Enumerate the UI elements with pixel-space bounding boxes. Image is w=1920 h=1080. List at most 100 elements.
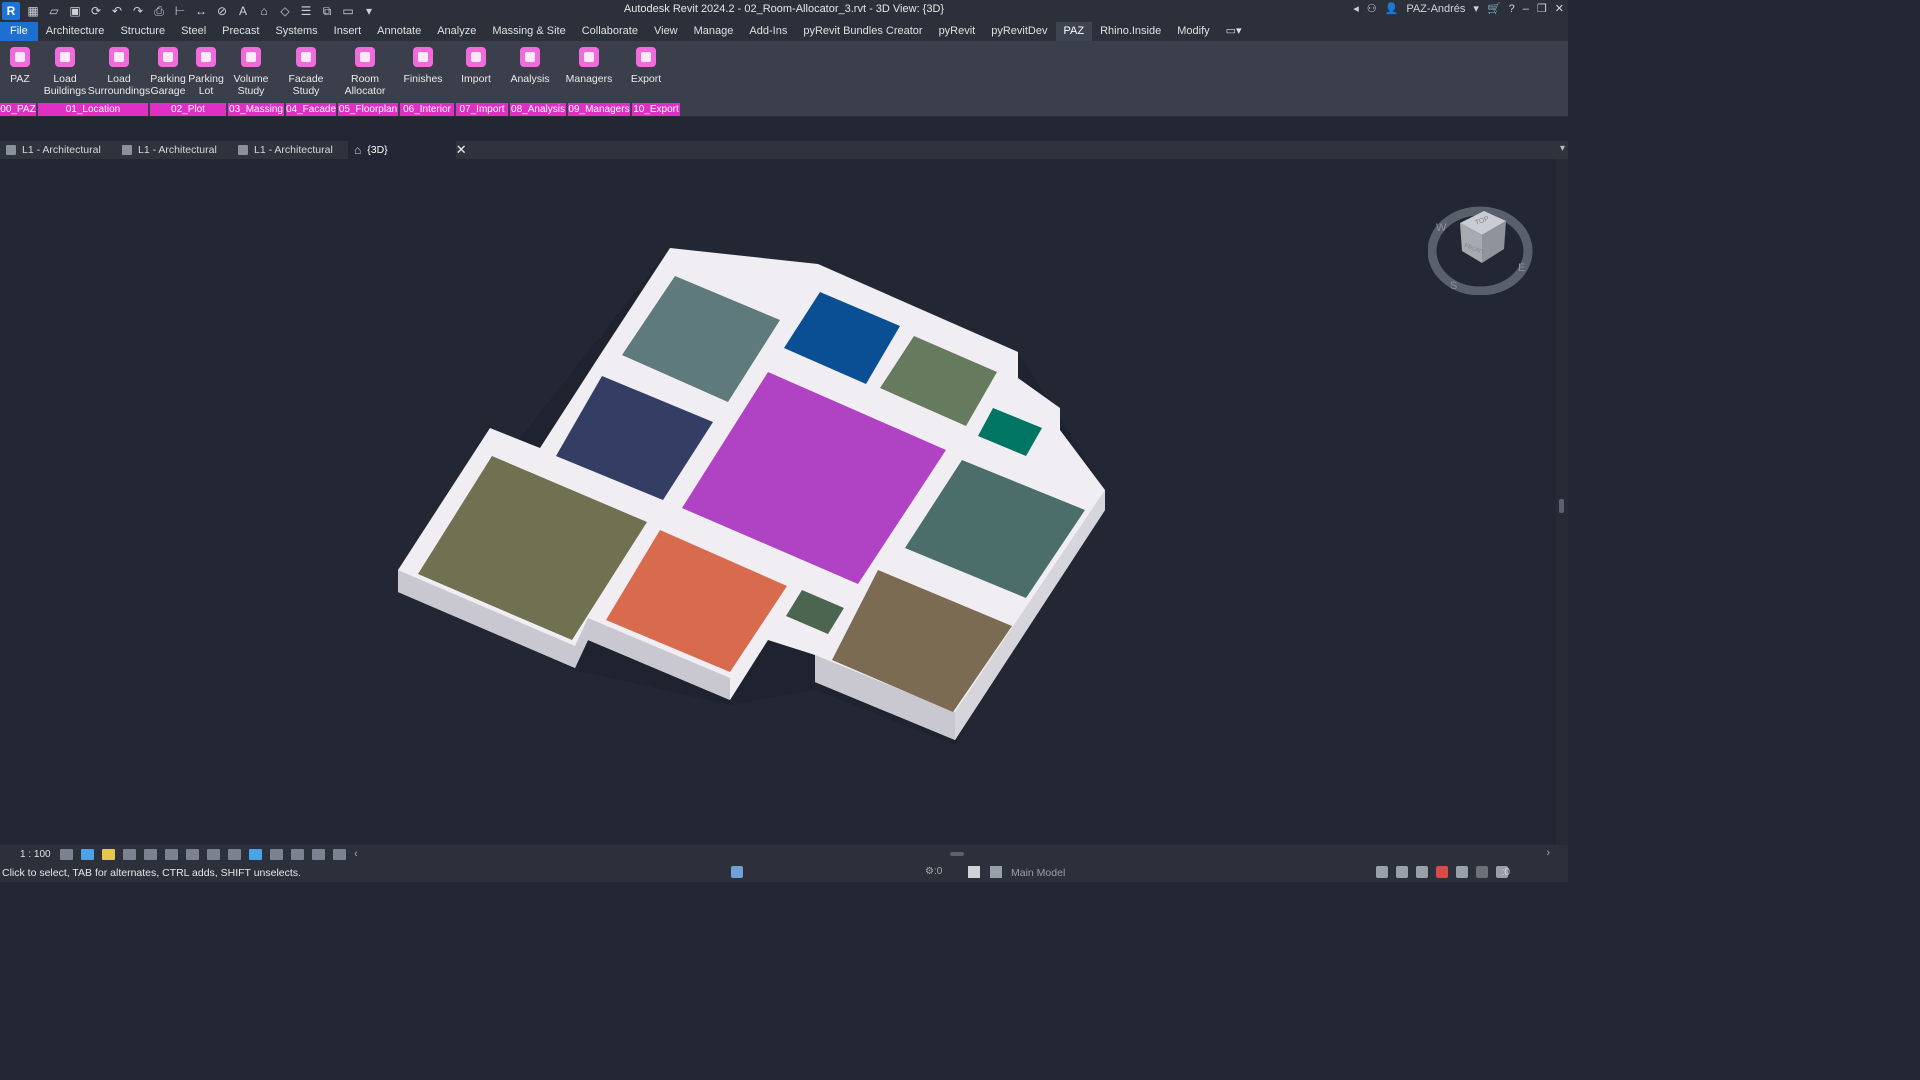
- panel-label-00_paz[interactable]: 00_PAZ: [0, 103, 36, 116]
- view-tab-l1-architectural-2[interactable]: L1 - Architectural: [116, 141, 232, 159]
- tab-insert[interactable]: Insert: [326, 22, 370, 41]
- undo-icon[interactable]: ↶: [109, 3, 125, 19]
- tab-view[interactable]: View: [646, 22, 686, 41]
- redo-icon[interactable]: ↷: [130, 3, 146, 19]
- ribbon-button-room-allocator[interactable]: Room Allocator: [334, 41, 396, 103]
- ribbon-button-load-surroundings[interactable]: Load Surroundings: [88, 41, 150, 103]
- tab-analyze[interactable]: Analyze: [429, 22, 484, 41]
- panel-label-09_managers[interactable]: 09_Managers: [568, 103, 630, 116]
- tab-structure[interactable]: Structure: [112, 22, 173, 41]
- default-3d-view-icon[interactable]: ⌂: [256, 3, 272, 19]
- tab-pyrevit[interactable]: pyRevit: [931, 22, 984, 41]
- switch-windows-icon[interactable]: ▭: [340, 3, 356, 19]
- cart-icon[interactable]: 🛒: [1487, 2, 1501, 15]
- sync-icon[interactable]: ⟳: [88, 3, 104, 19]
- ribbon-options-icon[interactable]: ▭▾: [1218, 22, 1250, 41]
- close-tab-icon[interactable]: ✕: [456, 142, 467, 158]
- dimension-icon[interactable]: ↔: [193, 3, 209, 19]
- compass-s-label[interactable]: S: [1450, 280, 1457, 292]
- panel-label-03_massing[interactable]: 03_Massing: [228, 103, 284, 116]
- ribbon-button-volume-study[interactable]: Volume Study: [224, 41, 278, 103]
- minimize-icon[interactable]: –: [1523, 3, 1529, 15]
- analytical-model-icon[interactable]: [270, 848, 283, 860]
- select-underlay-icon[interactable]: [1396, 866, 1408, 878]
- ribbon-button-analysis[interactable]: Analysis: [502, 41, 558, 103]
- panel-label-06_interior[interactable]: 06_Interior: [400, 103, 454, 116]
- tab-rhino-inside[interactable]: Rhino.Inside: [1092, 22, 1169, 41]
- customize-qat-icon[interactable]: ▾: [361, 3, 377, 19]
- tab-pyrevitdev[interactable]: pyRevitDev: [983, 22, 1055, 41]
- save-icon[interactable]: ▣: [67, 3, 83, 19]
- panel-label-08_analysis[interactable]: 08_Analysis: [510, 103, 566, 116]
- room-model-3d[interactable]: [0, 159, 1556, 845]
- select-links-icon[interactable]: [1376, 866, 1388, 878]
- ribbon-button-load-buildings[interactable]: Load Buildings: [40, 41, 90, 103]
- tab-manage[interactable]: Manage: [686, 22, 742, 41]
- ribbon-button-paz[interactable]: PAZ: [0, 41, 40, 103]
- tab-pyrevit-bundles-creator[interactable]: pyRevit Bundles Creator: [795, 22, 930, 41]
- close-icon[interactable]: ✕: [1555, 2, 1564, 15]
- ribbon-button-facade-study[interactable]: Facade Study: [278, 41, 334, 103]
- crop-view-icon[interactable]: [165, 848, 178, 860]
- compass-w-label[interactable]: W: [1436, 222, 1447, 234]
- tab-annotate[interactable]: Annotate: [369, 22, 429, 41]
- 3d-viewport[interactable]: TOP FRONT W S E: [0, 159, 1556, 845]
- tab-massing-site[interactable]: Massing & Site: [484, 22, 573, 41]
- visual-style-icon[interactable]: [81, 848, 94, 860]
- collapse-arrow-icon[interactable]: ◂: [1353, 2, 1359, 15]
- temporary-hide-icon[interactable]: [228, 848, 241, 860]
- design-options-icon[interactable]: [968, 866, 980, 878]
- scroll-thumb[interactable]: [1559, 499, 1564, 513]
- tag-icon[interactable]: ⊘: [214, 3, 230, 19]
- panel-label-05_floorplan[interactable]: 05_Floorplan: [338, 103, 398, 116]
- tab-architecture[interactable]: Architecture: [38, 22, 113, 41]
- ribbon-button-export[interactable]: Export: [620, 41, 672, 103]
- reveal-hidden-icon[interactable]: [249, 848, 262, 860]
- render-icon[interactable]: [144, 848, 157, 860]
- view-tab-l1-architectural-3[interactable]: L1 - Architectural: [232, 141, 348, 159]
- ribbon-button-import[interactable]: Import: [450, 41, 502, 103]
- viewcube[interactable]: TOP FRONT W S E: [1428, 199, 1534, 295]
- show-crop-icon[interactable]: [186, 848, 199, 860]
- tab-steel[interactable]: Steel: [173, 22, 214, 41]
- close-hidden-icon[interactable]: ⧉: [319, 3, 335, 19]
- share-icon[interactable]: ⚇: [1367, 2, 1377, 15]
- tab-add-ins[interactable]: Add-Ins: [741, 22, 795, 41]
- tab-precast[interactable]: Precast: [214, 22, 267, 41]
- detail-level-icon[interactable]: [60, 848, 73, 860]
- shadows-icon[interactable]: [123, 848, 136, 860]
- worksharing-display-icon[interactable]: [333, 848, 346, 860]
- active-model-select[interactable]: Main Model: [1011, 867, 1065, 879]
- thin-lines-icon[interactable]: ☰: [298, 3, 314, 19]
- panel-label-07_import[interactable]: 07_Import: [456, 103, 508, 116]
- panel-label-10_export[interactable]: 10_Export: [632, 103, 680, 116]
- tab-file[interactable]: File: [0, 22, 38, 41]
- tab-paz[interactable]: PAZ: [1055, 22, 1093, 41]
- print-icon[interactable]: ⎙: [151, 3, 167, 19]
- horizontal-scroll-thumb[interactable]: [950, 852, 964, 856]
- reveal-constraints-icon[interactable]: [312, 848, 325, 860]
- user-name[interactable]: PAZ-Andrés: [1406, 3, 1465, 15]
- restore-icon[interactable]: ❐: [1537, 2, 1547, 15]
- ribbon-button-managers[interactable]: Managers: [558, 41, 620, 103]
- scroll-right-icon[interactable]: ›: [1546, 847, 1550, 859]
- select-pinned-icon[interactable]: [1416, 866, 1428, 878]
- select-by-face-icon[interactable]: [1436, 866, 1448, 878]
- help-icon[interactable]: ?: [1509, 3, 1515, 15]
- ribbon-button-parking-lot[interactable]: Parking Lot: [188, 41, 224, 103]
- revit-logo-icon[interactable]: R: [2, 2, 20, 20]
- home-icon[interactable]: ▦: [25, 3, 41, 19]
- tab-modify[interactable]: Modify: [1169, 22, 1217, 41]
- sun-path-icon[interactable]: [102, 848, 115, 860]
- drag-elements-icon[interactable]: [1456, 866, 1468, 878]
- view-scale[interactable]: 1 : 100: [0, 849, 60, 860]
- panel-label-02_plot[interactable]: 02_Plot: [150, 103, 226, 116]
- measure-icon[interactable]: ⊢: [172, 3, 188, 19]
- panel-label-04_facade[interactable]: 04_Facade: [286, 103, 336, 116]
- worksets-icon[interactable]: [731, 866, 743, 878]
- tab-collaborate[interactable]: Collaborate: [574, 22, 646, 41]
- ribbon-button-parking-garage[interactable]: Parking Garage: [148, 41, 188, 103]
- lock-3d-icon[interactable]: [207, 848, 220, 860]
- model-list-icon[interactable]: [990, 866, 1002, 878]
- background-process-icon[interactable]: [1476, 866, 1488, 878]
